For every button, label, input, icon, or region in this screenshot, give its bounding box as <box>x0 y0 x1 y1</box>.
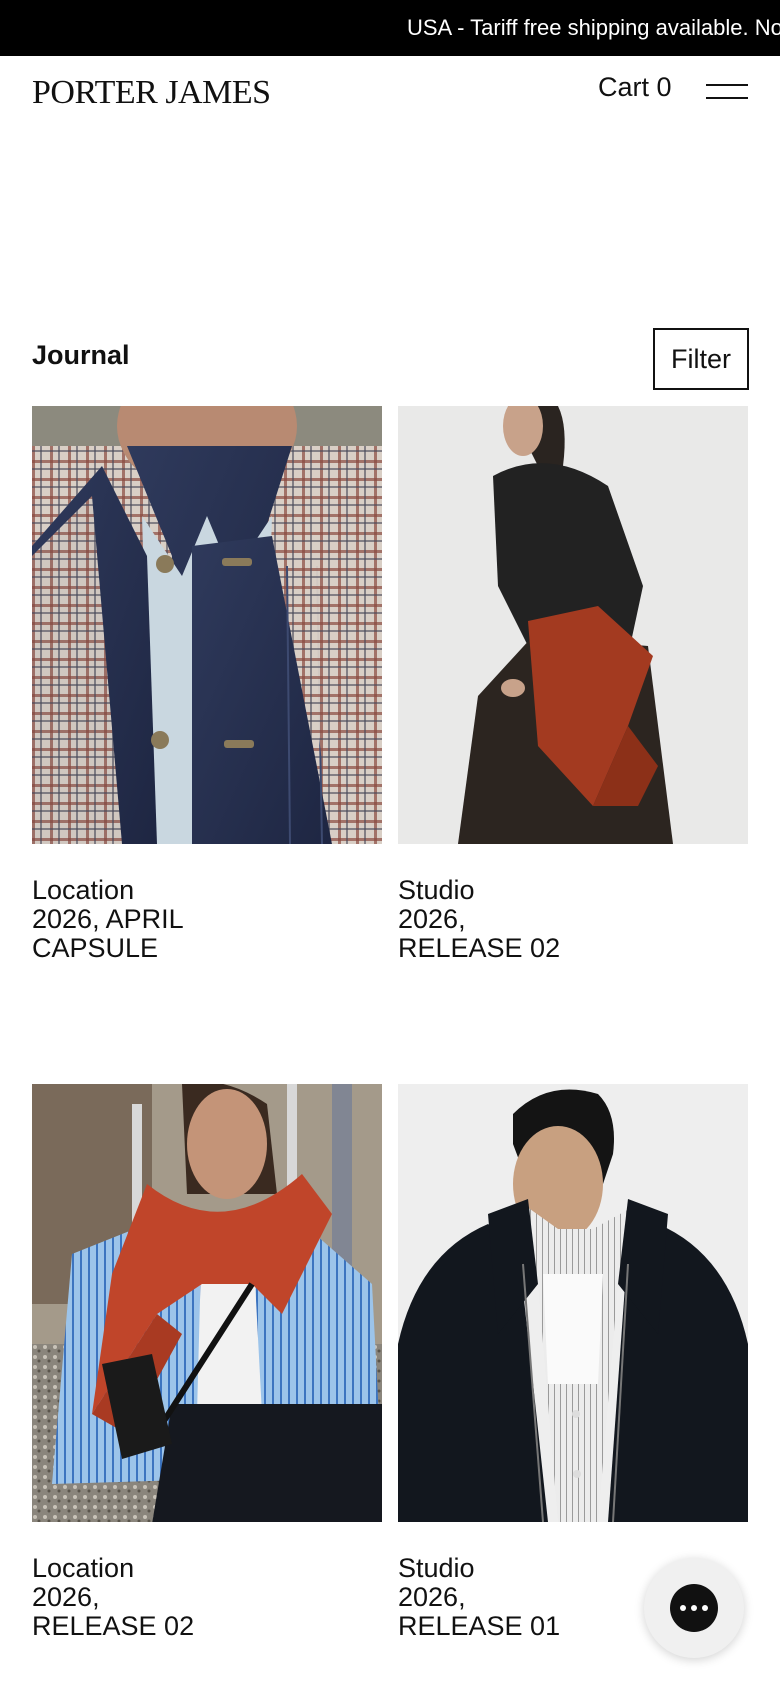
filter-button[interactable]: Filter <box>653 328 749 390</box>
brand-logo[interactable]: PORTER JAMES <box>32 74 271 112</box>
journal-card-meta: Location 2026, RELEASE 02 <box>32 1554 382 1641</box>
journal-card[interactable]: Location 2026, RELEASE 02 <box>32 1084 382 1641</box>
card-category: Location <box>32 875 135 905</box>
chat-button[interactable] <box>644 1558 744 1658</box>
card-date: 2026, <box>398 904 466 934</box>
journal-card-image[interactable] <box>32 406 382 844</box>
chat-dots-icon <box>670 1584 718 1632</box>
card-date: 2026, <box>32 1582 100 1612</box>
card-release: RELEASE 02 <box>398 933 561 963</box>
journal-card[interactable]: Location 2026, APRIL CAPSULE <box>32 406 382 963</box>
page-title: Journal <box>32 340 130 370</box>
journal-card-meta: Location 2026, APRIL CAPSULE <box>32 876 382 963</box>
announcement-bar: USA - Tariff free shipping available. No <box>0 0 780 56</box>
journal-card[interactable]: Studio 2026, RELEASE 02 <box>398 406 748 963</box>
cart-link[interactable]: Cart 0 <box>598 72 672 103</box>
card-release: CAPSULE <box>32 933 159 963</box>
site-header: PORTER JAMES Cart 0 <box>0 56 780 126</box>
journal-card-image[interactable] <box>32 1084 382 1522</box>
card-category: Location <box>32 1553 135 1583</box>
card-date: 2026, APRIL <box>32 904 184 934</box>
journal-card-image[interactable] <box>398 406 748 844</box>
journal-card-meta: Studio 2026, RELEASE 02 <box>398 876 748 963</box>
journal-card-image[interactable] <box>398 1084 748 1522</box>
announcement-text: USA - Tariff free shipping available. No <box>407 15 780 40</box>
menu-button[interactable] <box>706 80 748 104</box>
card-category: Studio <box>398 875 475 905</box>
card-release: RELEASE 02 <box>32 1611 195 1641</box>
